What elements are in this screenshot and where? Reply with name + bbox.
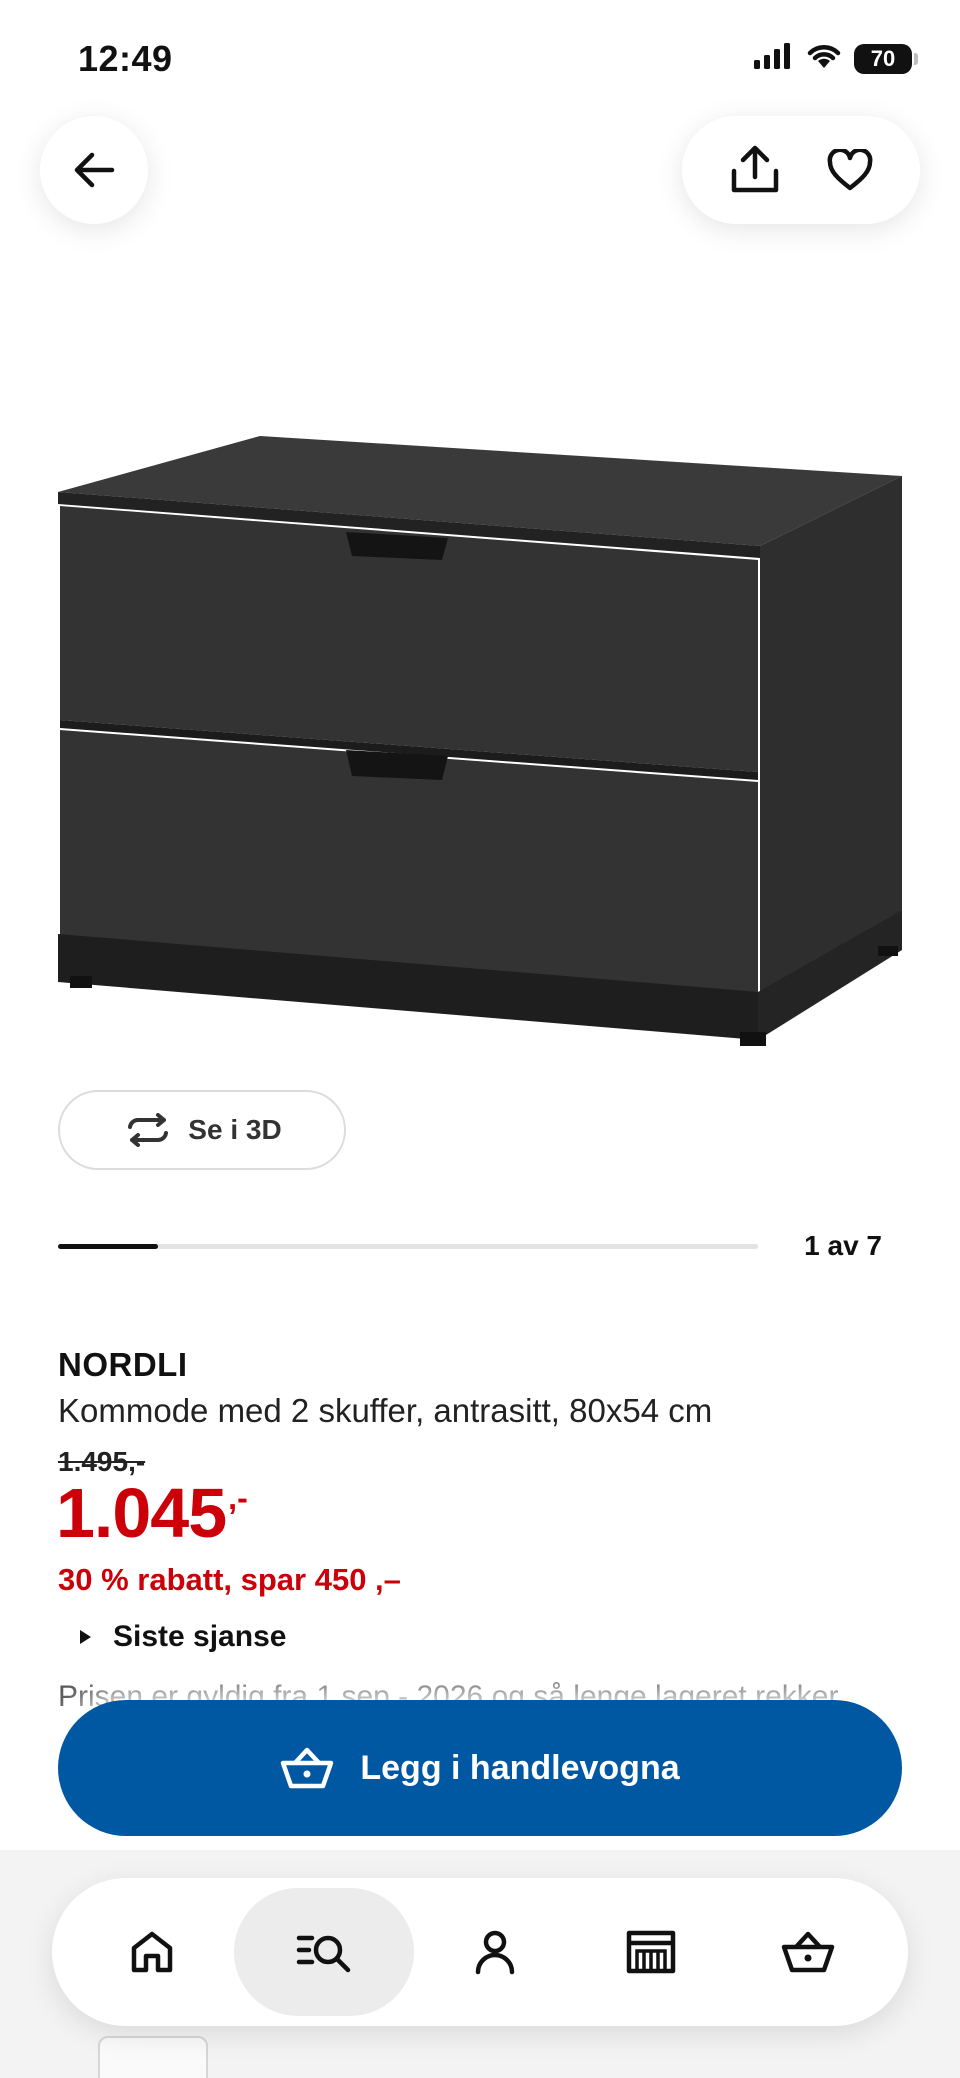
last-chance-toggle[interactable]: Siste sjanse bbox=[80, 1620, 286, 1654]
tab-home[interactable] bbox=[77, 1894, 227, 2010]
tab-profile[interactable] bbox=[420, 1894, 570, 2010]
tab-store[interactable] bbox=[576, 1894, 726, 2010]
thumbnail-card bbox=[98, 2036, 208, 2078]
product-name: NORDLI bbox=[58, 1346, 188, 1383]
bottom-tab-bar bbox=[52, 1878, 908, 2026]
product-image[interactable] bbox=[40, 420, 920, 1080]
search-list-icon bbox=[296, 1930, 352, 1974]
header-actions bbox=[682, 116, 920, 224]
product-description: Kommode med 2 skuffer, antrasitt, 80x54 … bbox=[58, 1392, 713, 1429]
price-value: 1.045 bbox=[56, 1474, 227, 1552]
home-icon bbox=[129, 1930, 175, 1974]
battery-indicator: 70 bbox=[854, 43, 918, 74]
rotate-3d-icon bbox=[122, 1113, 174, 1147]
last-chance-label: Siste sjanse bbox=[113, 1620, 287, 1653]
gallery-progress-bar[interactable] bbox=[58, 1244, 758, 1249]
price-suffix: ,- bbox=[228, 1480, 248, 1516]
arrow-left-icon bbox=[72, 150, 116, 190]
add-to-cart-button[interactable]: Legg i handlevogna bbox=[58, 1700, 902, 1836]
back-button[interactable] bbox=[40, 116, 148, 224]
view-3d-button[interactable]: Se i 3D bbox=[58, 1090, 346, 1170]
basket-icon bbox=[781, 1930, 835, 1974]
wifi-icon bbox=[806, 42, 842, 75]
heart-icon[interactable] bbox=[827, 149, 873, 191]
add-to-cart-label: Legg i handlevogna bbox=[360, 1748, 680, 1787]
profile-icon bbox=[473, 1929, 517, 1975]
gallery-counter: 1 av 7 bbox=[804, 1230, 882, 1261]
store-icon bbox=[625, 1929, 677, 1975]
caret-right-icon bbox=[80, 1630, 91, 1644]
tab-search[interactable] bbox=[233, 1888, 414, 2016]
tab-basket[interactable] bbox=[733, 1894, 883, 2010]
current-price: 1.045 ,- bbox=[56, 1478, 248, 1548]
basket-icon bbox=[280, 1746, 334, 1790]
view-3d-label: Se i 3D bbox=[188, 1114, 282, 1145]
discount-text: 30 % rabatt, spar 450 ,– bbox=[58, 1562, 401, 1597]
status-time: 12:49 bbox=[78, 38, 173, 79]
status-icons: 70 bbox=[754, 42, 918, 75]
share-icon[interactable] bbox=[729, 145, 781, 195]
signal-icon bbox=[754, 43, 794, 74]
gallery-progress-fill bbox=[58, 1244, 158, 1249]
